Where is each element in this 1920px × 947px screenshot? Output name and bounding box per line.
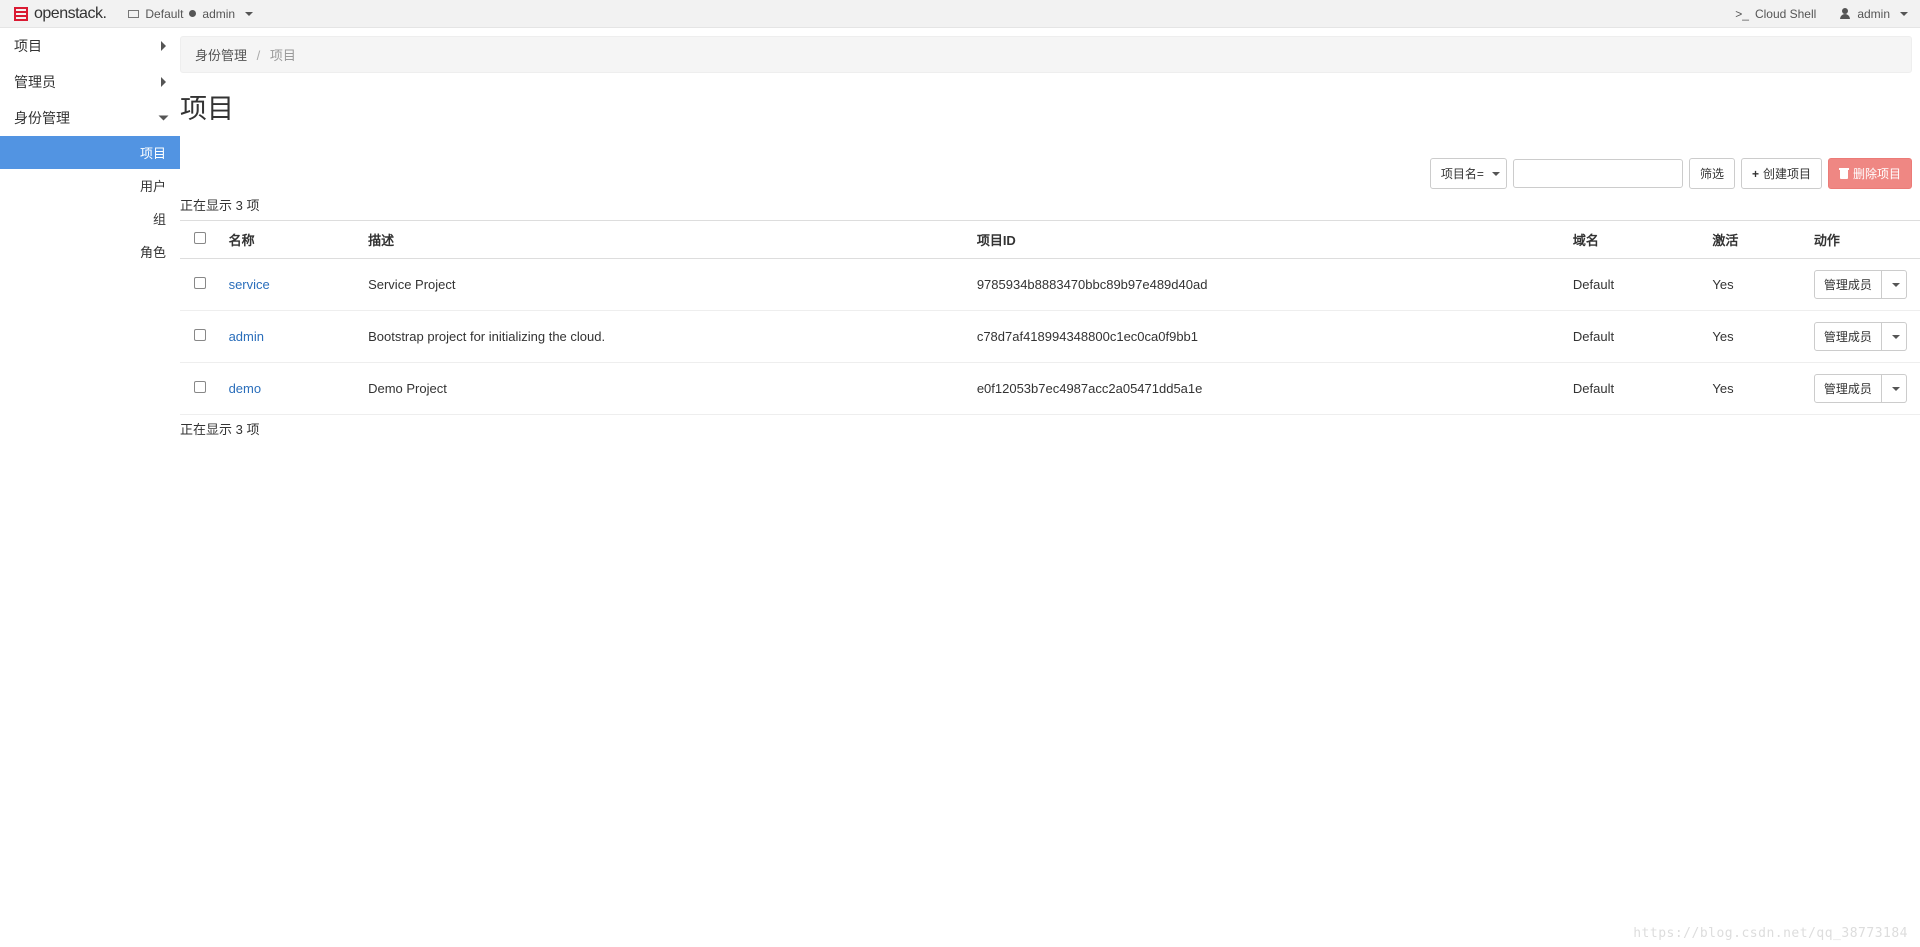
sidebar: 项目 管理员 身份管理 项目 用户 组 角色 xyxy=(0,28,180,444)
cell-id: c78d7af418994348800c1ec0ca0f9bb1 xyxy=(969,311,1565,363)
cell-id: e0f12053b7ec4987acc2a05471dd5a1e xyxy=(969,363,1565,415)
sidebar-item-roles[interactable]: 角色 xyxy=(0,235,180,268)
chevron-down-icon xyxy=(1900,12,1908,16)
table-toolbar: 项目名= 筛选 + 创建项目 删除项目 xyxy=(180,158,1912,189)
brand-text: openstack. xyxy=(34,5,106,23)
nav-group-label: 项目 xyxy=(14,36,42,56)
create-button-label: 创建项目 xyxy=(1763,165,1811,182)
sidebar-item-users[interactable]: 用户 xyxy=(0,169,180,202)
user-icon xyxy=(1840,8,1851,19)
cell-description: Service Project xyxy=(360,259,969,311)
table-header-row: 名称 描述 项目ID 域名 激活 动作 xyxy=(180,221,1920,259)
breadcrumb-current: 项目 xyxy=(270,48,296,63)
user-menu[interactable]: admin xyxy=(1840,7,1908,21)
projects-table: 名称 描述 项目ID 域名 激活 动作 service Service Proje… xyxy=(180,220,1920,415)
col-header-domain[interactable]: 域名 xyxy=(1565,221,1705,259)
cloud-shell-label: Cloud Shell xyxy=(1755,7,1816,21)
delete-project-button[interactable]: 删除项目 xyxy=(1828,158,1912,189)
project-dot-icon xyxy=(189,10,196,17)
row-action-button[interactable]: 管理成员 xyxy=(1814,374,1882,403)
cloud-shell-button[interactable]: >_ Cloud Shell xyxy=(1735,7,1816,21)
chevron-right-icon xyxy=(161,41,166,51)
nav-group-label: 身份管理 xyxy=(14,108,70,128)
topbar: openstack. Default admin >_ Cloud Shell … xyxy=(0,0,1920,28)
chevron-down-icon xyxy=(1892,335,1900,339)
sidebar-item-label: 项目 xyxy=(140,146,166,161)
row-action-dropdown[interactable] xyxy=(1882,322,1907,351)
sidebar-item-groups[interactable]: 组 xyxy=(0,202,180,235)
chevron-right-icon xyxy=(161,77,166,87)
plus-icon: + xyxy=(1752,167,1759,181)
main-layout: 项目 管理员 身份管理 项目 用户 组 角色 身份管理 / 项目 项目 xyxy=(0,28,1920,444)
row-count-bottom: 正在显示 3 项 xyxy=(180,419,1920,438)
delete-button-label: 删除项目 xyxy=(1853,165,1901,182)
select-all-header xyxy=(180,221,221,259)
filter-button-label: 筛选 xyxy=(1700,165,1724,182)
chevron-down-icon xyxy=(159,116,169,121)
filter-button[interactable]: 筛选 xyxy=(1689,158,1735,189)
cell-domain: Default xyxy=(1565,259,1705,311)
chevron-down-icon xyxy=(1892,387,1900,391)
row-checkbox[interactable] xyxy=(194,329,206,341)
cell-active: Yes xyxy=(1704,259,1805,311)
breadcrumb: 身份管理 / 项目 xyxy=(180,36,1912,73)
cell-id: 9785934b8883470bbc89b97e489d40ad xyxy=(969,259,1565,311)
cell-description: Bootstrap project for initializing the c… xyxy=(360,311,969,363)
openstack-icon xyxy=(12,5,30,23)
page-title: 项目 xyxy=(180,87,1920,126)
select-all-checkbox[interactable] xyxy=(194,232,206,244)
table-row: service Service Project9785934b8883470bbc… xyxy=(180,259,1920,311)
cell-active: Yes xyxy=(1704,363,1805,415)
col-header-description[interactable]: 描述 xyxy=(360,221,969,259)
filter-input[interactable] xyxy=(1513,159,1683,188)
table-row: admin Bootstrap project for initializing … xyxy=(180,311,1920,363)
col-header-active[interactable]: 激活 xyxy=(1704,221,1805,259)
filter-field-selector[interactable]: 项目名= xyxy=(1430,158,1507,189)
col-header-name[interactable]: 名称 xyxy=(221,221,361,259)
row-action-button[interactable]: 管理成员 xyxy=(1814,270,1882,299)
row-action-dropdown[interactable] xyxy=(1882,270,1907,299)
project-name-link[interactable]: demo xyxy=(229,381,262,396)
project-name-link[interactable]: admin xyxy=(229,329,264,344)
sidebar-item-label: 角色 xyxy=(140,245,166,260)
breadcrumb-separator: / xyxy=(257,48,261,63)
domain-icon xyxy=(128,10,139,18)
chevron-down-icon xyxy=(1492,172,1500,176)
row-count-top: 正在显示 3 项 xyxy=(180,195,1920,214)
cell-domain: Default xyxy=(1565,311,1705,363)
nav-group-label: 管理员 xyxy=(14,72,56,92)
row-checkbox[interactable] xyxy=(194,381,206,393)
nav-group-identity[interactable]: 身份管理 xyxy=(0,100,180,136)
sidebar-item-projects[interactable]: 项目 xyxy=(0,136,180,169)
row-action-dropdown[interactable] xyxy=(1882,374,1907,403)
nav-group-admin[interactable]: 管理员 xyxy=(0,64,180,100)
cell-active: Yes xyxy=(1704,311,1805,363)
col-header-action: 动作 xyxy=(1806,221,1920,259)
row-action-button[interactable]: 管理成员 xyxy=(1814,322,1882,351)
create-project-button[interactable]: + 创建项目 xyxy=(1741,158,1822,189)
row-checkbox[interactable] xyxy=(194,277,206,289)
filter-field-label: 项目名= xyxy=(1441,165,1484,182)
project-context-switcher[interactable]: Default admin xyxy=(128,7,253,21)
watermark: https://blog.csdn.net/qq_38773184 xyxy=(1633,926,1908,941)
nav-group-project[interactable]: 项目 xyxy=(0,28,180,64)
context-domain: Default xyxy=(145,7,183,21)
content-area: 身份管理 / 项目 项目 项目名= 筛选 + 创建项目 删除项目 正在显示 3 … xyxy=(180,28,1920,444)
project-name-link[interactable]: service xyxy=(229,277,270,292)
trash-icon xyxy=(1839,168,1849,179)
user-label: admin xyxy=(1857,7,1890,21)
terminal-icon: >_ xyxy=(1735,7,1749,21)
chevron-down-icon xyxy=(245,12,253,16)
topbar-right: >_ Cloud Shell admin xyxy=(1735,7,1908,21)
sidebar-item-label: 用户 xyxy=(140,179,166,194)
breadcrumb-root[interactable]: 身份管理 xyxy=(195,48,247,63)
chevron-down-icon xyxy=(1892,283,1900,287)
sidebar-item-label: 组 xyxy=(153,212,166,227)
col-header-id[interactable]: 项目ID xyxy=(969,221,1565,259)
context-project: admin xyxy=(202,7,235,21)
cell-domain: Default xyxy=(1565,363,1705,415)
cell-description: Demo Project xyxy=(360,363,969,415)
brand-logo[interactable]: openstack. xyxy=(12,5,106,23)
table-row: demo Demo Projecte0f12053b7ec4987acc2a054… xyxy=(180,363,1920,415)
